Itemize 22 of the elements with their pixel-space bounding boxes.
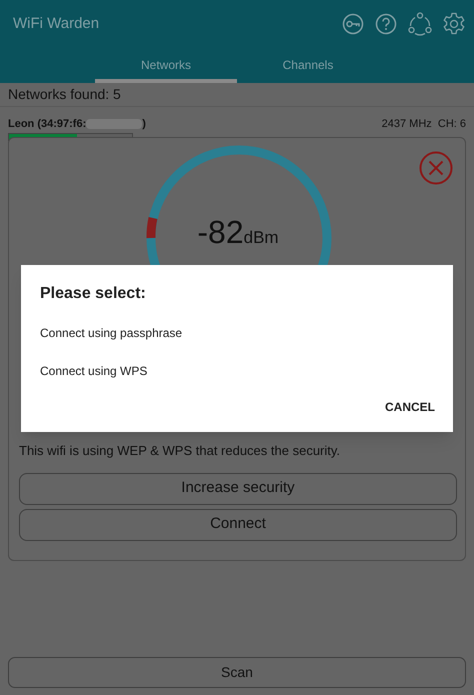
dialog-option[interactable]: Connect using passphrase — [21, 314, 453, 352]
action-button[interactable]: Connect — [19, 508, 457, 540]
scan-button[interactable]: Scan — [8, 657, 466, 688]
settings-icon[interactable] — [442, 12, 466, 36]
cancel-button[interactable]: CANCEL — [381, 394, 439, 420]
networks-count: Networks found: 5 — [8, 85, 121, 104]
key-icon[interactable] — [342, 13, 364, 35]
signal-value: -82 — [197, 213, 244, 252]
share-icon[interactable] — [408, 12, 432, 36]
network-frequency: 2437 MHz CH: 6 — [382, 117, 466, 132]
action-button[interactable]: Increase security — [19, 472, 457, 504]
close-icon[interactable] — [419, 151, 453, 185]
network-name-end: ) — [142, 117, 146, 132]
tab[interactable]: Channels — [237, 48, 379, 83]
dialog-option[interactable]: Connect using WPS — [21, 352, 453, 390]
help-icon[interactable] — [375, 13, 397, 35]
app-title: WiFi Warden — [13, 14, 100, 34]
tab[interactable]: Networks — [95, 48, 237, 83]
dialog-title: Please select: — [40, 284, 146, 304]
network-name: Leon (34:97:f6: — [8, 117, 86, 132]
signal-unit: dBm — [244, 227, 279, 249]
security-warning: This wifi is using WEP & WPS that reduces the security. — [19, 442, 342, 460]
